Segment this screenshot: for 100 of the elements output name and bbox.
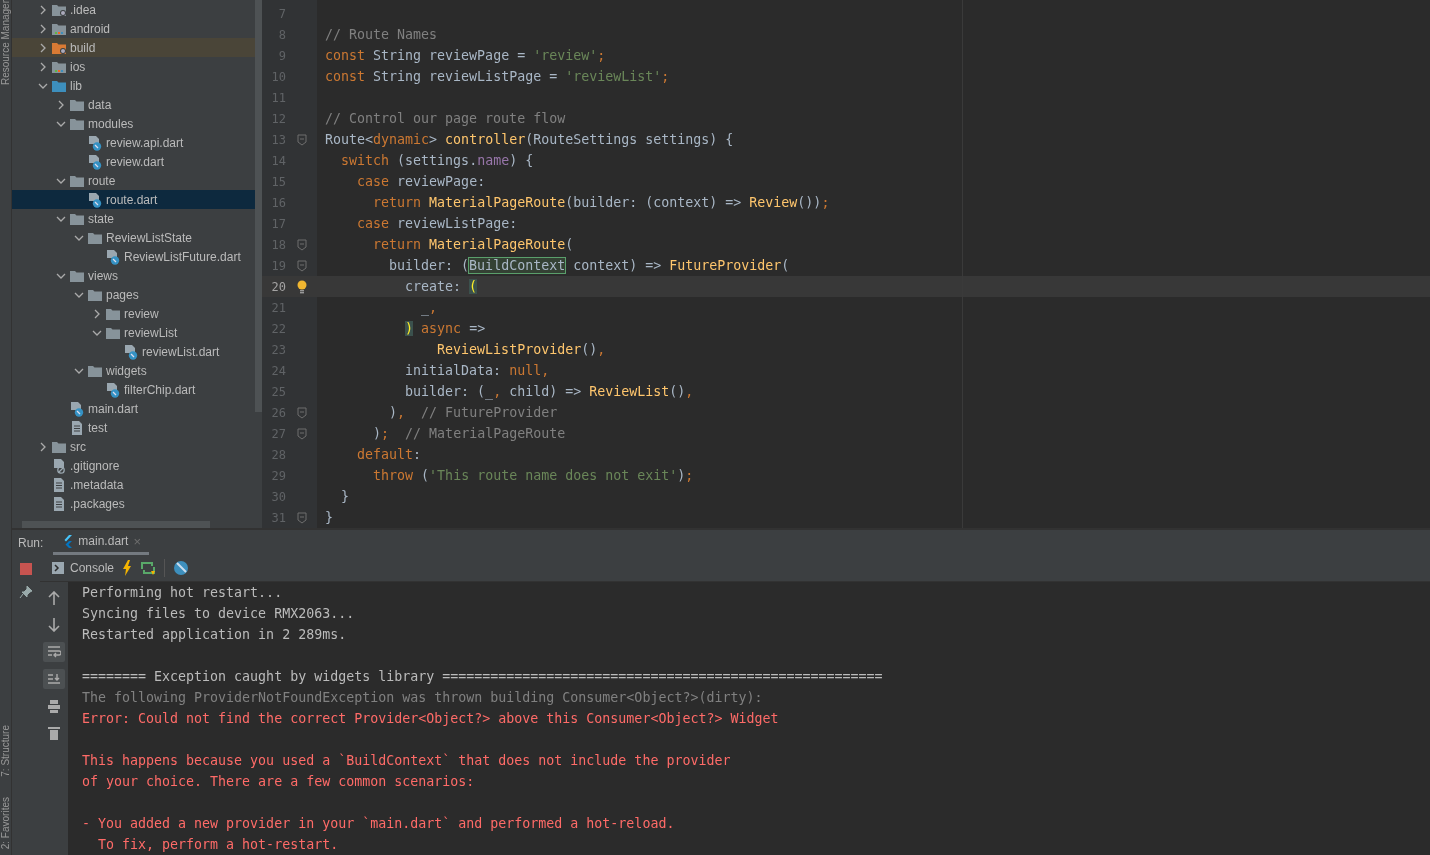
folder-icon — [87, 230, 103, 245]
tree-item[interactable]: data — [12, 95, 255, 114]
console-line: The following ProviderNotFoundException was thrown building Consumer<Object?>(dirty): — [82, 690, 763, 705]
chevron-right-icon[interactable] — [38, 42, 48, 53]
console-line: of your choice. There are a few common scenarios: — [82, 774, 475, 789]
tree-item[interactable]: filterChip.dart — [12, 380, 255, 399]
chevron-right-icon[interactable] — [38, 441, 48, 452]
tree-item[interactable]: route — [12, 171, 255, 190]
tree-item[interactable]: views — [12, 266, 255, 285]
tool-window-label[interactable]: Resource Manager — [0, 0, 11, 86]
pin-icon[interactable] — [19, 585, 33, 599]
tree-item[interactable]: reviewList.dart — [12, 342, 255, 361]
code-line: Route<dynamic> controller(RouteSettings settings) { — [325, 132, 734, 147]
devtools-icon[interactable] — [173, 560, 190, 576]
tool-window-label[interactable]: 2: Favorites — [0, 796, 11, 849]
flutter-icon — [63, 534, 74, 548]
tree-item[interactable]: .gitignore — [12, 456, 255, 475]
folder-icon — [69, 211, 85, 226]
tree-item[interactable]: ReviewListState — [12, 228, 255, 247]
console-line: Syncing files to device RMX2063... — [82, 606, 355, 621]
code-line: initialData: null, — [404, 363, 550, 378]
chevron-right-icon[interactable] — [38, 61, 48, 72]
dart-file-icon — [87, 191, 103, 208]
tree-item[interactable]: modules — [12, 114, 255, 133]
fold-marker-icon[interactable] — [296, 406, 307, 419]
folder-icon — [51, 59, 67, 74]
tree-item[interactable]: reviewList — [12, 323, 255, 342]
folder-icon — [105, 306, 121, 321]
code-line: const String reviewPage = 'review'; — [325, 48, 606, 63]
code-line: const String reviewListPage = 'reviewList'; — [325, 69, 670, 84]
tree-item[interactable]: review.dart — [12, 152, 255, 171]
reload-icon[interactable] — [140, 560, 157, 576]
tree-item[interactable]: ReviewListFuture.dart — [12, 247, 255, 266]
tree-item[interactable]: ios — [12, 57, 255, 76]
code-line: builder: (BuildContext context) => FutureProvider( — [388, 258, 790, 273]
code-line: _, — [420, 300, 438, 315]
tree-item[interactable]: route.dart — [12, 190, 255, 209]
console-line: To fix, perform a hot-restart. — [97, 837, 339, 852]
console-tab[interactable]: Console — [52, 561, 115, 575]
scrollbar[interactable] — [255, 0, 262, 412]
tool-window-label[interactable]: 7: Structure — [0, 725, 11, 777]
soft-wrap-button[interactable] — [43, 642, 65, 662]
code-line: case reviewPage: — [356, 174, 486, 189]
folder-icon — [51, 439, 67, 454]
tree-item[interactable]: review.api.dart — [12, 133, 255, 152]
code-line: default: — [356, 447, 422, 462]
code-line: } — [325, 510, 333, 525]
scrollbar[interactable] — [22, 521, 210, 528]
text-file-icon — [51, 495, 67, 512]
code-line: return MaterialPageRoute( — [372, 237, 574, 252]
lightning-icon[interactable] — [122, 560, 133, 576]
tree-item[interactable]: .packages — [12, 494, 255, 513]
code-line: create: ( — [404, 279, 478, 294]
code-line: } — [340, 489, 350, 504]
tree-item[interactable]: review — [12, 304, 255, 323]
fold-marker-icon[interactable] — [296, 133, 307, 146]
ignore-file-icon — [51, 457, 67, 474]
console-line: This happens because you used a `BuildContext` that does not include the provider — [82, 753, 731, 768]
folder-icon — [51, 78, 67, 93]
dart-file-icon — [105, 381, 121, 398]
line-number: 20 — [270, 279, 286, 294]
tree-item[interactable]: pages — [12, 285, 255, 304]
fold-marker-icon[interactable] — [296, 511, 307, 524]
chevron-right-icon[interactable] — [56, 99, 66, 110]
folder-icon — [87, 287, 103, 302]
console-line: Error: Could not find the correct Provider<Object?> above this Consumer<Object?> Widget — [82, 711, 779, 726]
folder-icon — [69, 116, 85, 131]
lightbulb-icon[interactable] — [295, 279, 308, 294]
folder-icon — [69, 97, 85, 112]
tree-item[interactable]: test — [12, 418, 255, 437]
fold-marker-icon[interactable] — [296, 259, 307, 272]
tree-item[interactable]: lib — [12, 76, 255, 95]
code-line: ); // MaterialPageRoute — [372, 426, 566, 441]
chevron-right-icon[interactable] — [38, 23, 48, 34]
dart-file-icon — [87, 134, 103, 151]
tree-item[interactable]: state — [12, 209, 255, 228]
code-line: switch (settings.name) { — [340, 153, 534, 168]
console-icon — [52, 562, 64, 574]
scroll-to-end-button[interactable] — [43, 669, 65, 689]
tree-item[interactable]: .idea — [12, 0, 255, 19]
fold-marker-icon[interactable] — [296, 238, 307, 251]
dart-file-icon — [105, 248, 121, 265]
folder-icon — [69, 268, 85, 283]
dart-file-icon — [87, 153, 103, 170]
tree-item[interactable]: build — [12, 38, 255, 57]
fold-marker-icon[interactable] — [296, 427, 307, 440]
tree-item[interactable]: widgets — [12, 361, 255, 380]
tree-item[interactable]: android — [12, 19, 255, 38]
tree-item[interactable]: .metadata — [12, 475, 255, 494]
chevron-right-icon[interactable] — [92, 308, 102, 319]
code-line: builder: (_, child) => ReviewList(), — [404, 384, 694, 399]
folder-icon — [51, 21, 67, 36]
tree-item[interactable]: main.dart — [12, 399, 255, 418]
code-line: // Control our page route flow — [325, 111, 566, 126]
console-line: ======== Exception caught by widgets library ======================================================= — [82, 669, 883, 684]
folder-icon — [69, 173, 85, 188]
folder-icon — [87, 363, 103, 378]
console-line: Restarted application in 2 289ms. — [82, 627, 347, 642]
tree-item[interactable]: src — [12, 437, 255, 456]
chevron-right-icon[interactable] — [38, 4, 48, 15]
